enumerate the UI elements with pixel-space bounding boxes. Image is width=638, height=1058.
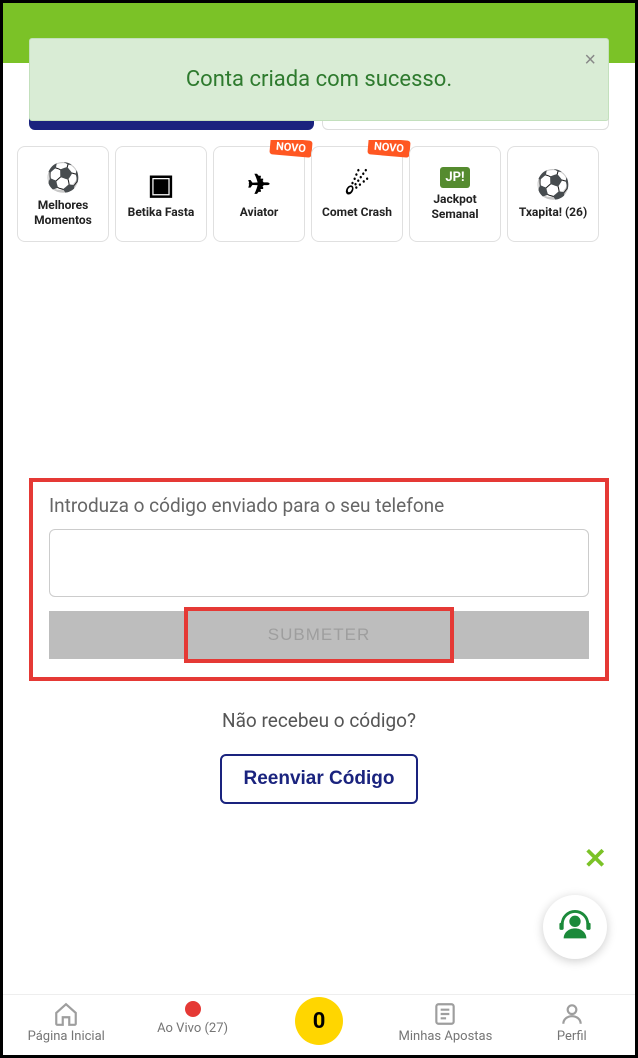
home-icon: [53, 1001, 79, 1027]
soccer-icon: ⚽: [46, 161, 81, 194]
submit-button-label: SUBMETER: [268, 625, 370, 644]
resend-section: Não recebeu o código? Reenviar Código: [29, 709, 609, 804]
headset-icon: [558, 910, 592, 944]
verification-highlight: Introduza o código enviado para o seu te…: [29, 478, 609, 681]
jackpot-icon: JP!: [440, 167, 469, 188]
tile-jackpot-semanal[interactable]: JP! Jackpot Semanal: [409, 146, 501, 242]
tile-comet-crash[interactable]: NOVO ☄ Comet Crash: [311, 146, 403, 242]
nav-home-label: Página Inicial: [28, 1029, 105, 1044]
tile-label: Melhores Momentos: [22, 198, 104, 227]
card-icon: ▣: [148, 168, 174, 201]
tile-label: Aviator: [240, 205, 279, 219]
tile-aviator[interactable]: NOVO ✈ Aviator: [213, 146, 305, 242]
support-fab[interactable]: [543, 895, 607, 959]
live-dot-icon: [185, 1001, 201, 1017]
soccer-icon: ⚽: [536, 168, 571, 201]
not-received-text: Não recebeu o código?: [29, 709, 609, 732]
tile-label: Betika Fasta: [128, 205, 195, 219]
nav-profile[interactable]: Perfil: [509, 1001, 635, 1045]
list-icon: [432, 1001, 458, 1027]
tile-label: Jackpot Semanal: [414, 192, 496, 221]
resend-code-button[interactable]: Reenviar Código: [220, 754, 419, 804]
main-content: Introduza o código enviado para o seu te…: [3, 248, 635, 994]
toast-close-button[interactable]: ×: [584, 49, 596, 72]
bottom-nav: Página Inicial Ao Vivo (27) 0 Minhas Apo…: [3, 994, 635, 1055]
novo-badge: NOVO: [367, 140, 410, 158]
tile-melhores-momentos[interactable]: ⚽ Melhores Momentos: [17, 146, 109, 242]
tile-betika-fasta[interactable]: ▣ Betika Fasta: [115, 146, 207, 242]
tile-label: Comet Crash: [322, 205, 392, 219]
nav-home[interactable]: Página Inicial: [3, 1001, 129, 1045]
tile-txapita[interactable]: ⚽ Txapita! (26): [507, 146, 599, 242]
verification-code-input[interactable]: [49, 529, 589, 597]
submit-button[interactable]: SUBMETER: [49, 611, 589, 659]
profile-icon: [559, 1001, 585, 1027]
nav-live-label: Ao Vivo (27): [157, 1021, 228, 1036]
aviator-icon: ✈: [247, 168, 270, 201]
betslip-count-badge: 0: [295, 997, 343, 1045]
close-icon[interactable]: ✕: [584, 842, 607, 875]
tile-label: Txapita! (26): [519, 205, 587, 219]
nav-betslip[interactable]: 0: [256, 1001, 382, 1045]
success-toast: Conta criada com sucesso. ×: [29, 38, 609, 121]
nav-my-bets[interactable]: Minhas Apostas: [382, 1001, 508, 1045]
verification-prompt: Introduza o código enviado para o seu te…: [49, 494, 589, 517]
novo-badge: NOVO: [269, 140, 312, 158]
comet-icon: ☄: [344, 168, 369, 201]
nav-live[interactable]: Ao Vivo (27): [129, 1001, 255, 1045]
nav-bets-label: Minhas Apostas: [399, 1029, 493, 1044]
nav-profile-label: Perfil: [557, 1029, 587, 1044]
quick-tiles-row: ⚽ Melhores Momentos ▣ Betika Fasta NOVO …: [3, 140, 635, 248]
toast-message: Conta criada com sucesso.: [186, 67, 452, 92]
